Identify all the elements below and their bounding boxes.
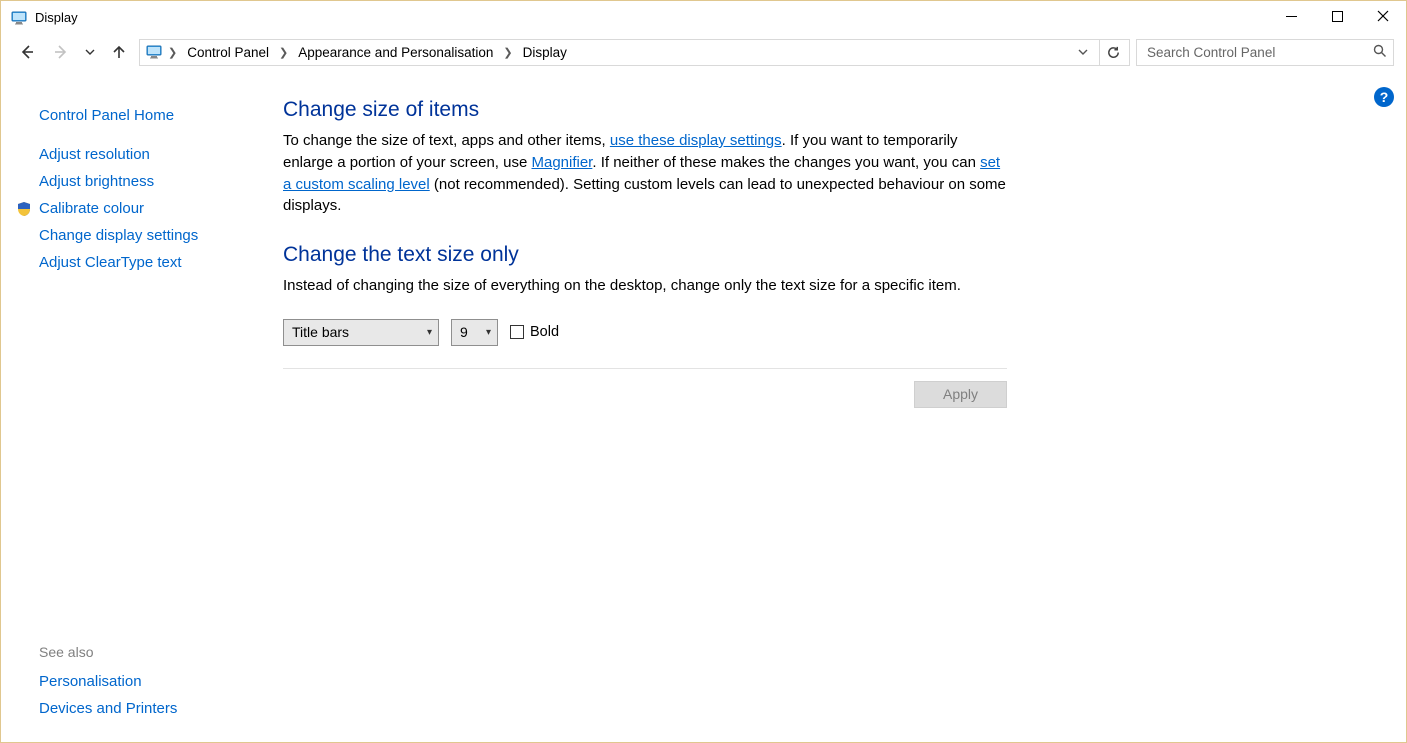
sidebar-link-home[interactable]: Control Panel Home (39, 102, 243, 129)
checkbox-box[interactable] (510, 325, 524, 339)
window-title: Display (35, 10, 78, 25)
apply-button[interactable]: Apply (914, 381, 1007, 408)
address-dropdown-button[interactable] (1071, 40, 1095, 64)
chevron-down-icon: ▾ (427, 327, 432, 338)
item-select[interactable]: Title bars ▾ (283, 319, 439, 346)
breadcrumb-control-panel[interactable]: Control Panel (183, 45, 273, 60)
heading-text-size: Change the text size only (283, 243, 1007, 267)
display-icon (146, 44, 162, 60)
title-bar: Display (1, 1, 1406, 34)
heading-change-size: Change size of items (283, 98, 1007, 122)
divider (283, 368, 1007, 369)
bold-checkbox[interactable]: Bold (510, 324, 559, 340)
search-box[interactable] (1136, 39, 1394, 66)
help-button[interactable]: ? (1374, 87, 1394, 107)
search-icon[interactable] (1373, 44, 1387, 61)
text-size-paragraph: Instead of changing the size of everythi… (283, 275, 1007, 297)
font-size-value: 9 (460, 324, 468, 340)
forward-button[interactable] (47, 38, 75, 66)
see-also-heading: See also (39, 640, 243, 668)
breadcrumb-display[interactable]: Display (519, 45, 571, 60)
sidebar-link-devices-and-printers[interactable]: Devices and Printers (39, 695, 243, 722)
breadcrumb-appearance[interactable]: Appearance and Personalisation (294, 45, 497, 60)
text: To change the size of text, apps and oth… (283, 132, 610, 149)
chevron-right-icon[interactable]: ❯ (166, 46, 179, 59)
up-button[interactable] (105, 38, 133, 66)
address-bar[interactable]: ❯ Control Panel ❯ Appearance and Persona… (139, 39, 1130, 66)
chevron-down-icon: ▾ (486, 327, 491, 338)
change-size-paragraph: To change the size of text, apps and oth… (283, 130, 1007, 217)
main-content: Change size of items To change the size … (263, 74, 1406, 742)
font-size-select[interactable]: 9 ▾ (451, 319, 498, 346)
search-input[interactable] (1145, 44, 1373, 61)
maximize-button[interactable] (1314, 1, 1360, 31)
item-select-value: Title bars (292, 324, 349, 340)
navigation-toolbar: ❯ Control Panel ❯ Appearance and Persona… (1, 34, 1406, 74)
sidebar: Control Panel Home Adjust resolution Adj… (1, 74, 263, 742)
back-button[interactable] (13, 38, 41, 66)
sidebar-link-adjust-brightness[interactable]: Adjust brightness (39, 168, 243, 195)
recent-locations-button[interactable] (81, 38, 99, 66)
text: . If neither of these makes the changes … (592, 154, 980, 171)
chevron-right-icon[interactable]: ❯ (277, 46, 290, 59)
sidebar-link-adjust-cleartype[interactable]: Adjust ClearType text (39, 249, 243, 276)
link-display-settings[interactable]: use these display settings (610, 132, 782, 149)
sidebar-item-label: Calibrate colour (39, 200, 144, 217)
sidebar-link-change-display-settings[interactable]: Change display settings (39, 222, 243, 249)
close-button[interactable] (1360, 1, 1406, 31)
minimize-button[interactable] (1268, 1, 1314, 31)
sidebar-link-calibrate-colour[interactable]: Calibrate colour (39, 195, 243, 222)
bold-label: Bold (530, 324, 559, 340)
refresh-button[interactable] (1099, 40, 1127, 65)
display-icon (11, 10, 27, 26)
chevron-right-icon[interactable]: ❯ (501, 46, 514, 59)
sidebar-link-personalisation[interactable]: Personalisation (39, 668, 243, 695)
link-magnifier[interactable]: Magnifier (531, 154, 592, 171)
sidebar-link-adjust-resolution[interactable]: Adjust resolution (39, 141, 243, 168)
shield-icon (16, 201, 32, 217)
